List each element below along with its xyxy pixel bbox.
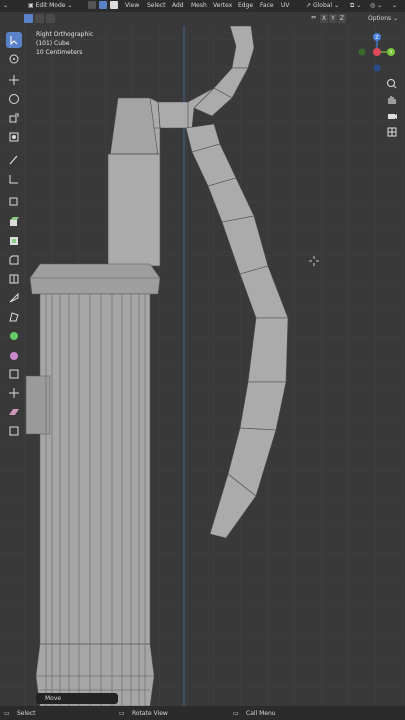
select-box-icon[interactable]: [6, 32, 22, 48]
edit-mode-icon: ▣: [28, 2, 34, 9]
menu-uv[interactable]: UV: [281, 2, 290, 10]
object-label: (101) Cube: [36, 40, 70, 47]
grid-icon[interactable]: [384, 124, 400, 140]
edge-select-icon[interactable]: [99, 1, 107, 12]
mirror-axis-icon: ⇔: [311, 14, 317, 21]
status-rotate: Rotate View: [132, 710, 168, 717]
knife-icon[interactable]: [6, 290, 22, 306]
menu-mesh[interactable]: Mesh: [191, 2, 207, 10]
gizmo-x-axis[interactable]: [373, 48, 381, 56]
menu-face[interactable]: Face: [260, 2, 274, 10]
menu-add[interactable]: Add: [172, 2, 184, 10]
inset-icon[interactable]: [6, 233, 22, 249]
orientation-dropdown[interactable]: ↗ Global ⌄: [306, 2, 339, 10]
rotate-icon[interactable]: [6, 91, 22, 107]
menu-view[interactable]: View: [125, 2, 139, 10]
mode-label: Edit Mode: [35, 2, 66, 9]
proportional-icon[interactable]: ◎ ⌄: [370, 2, 382, 10]
hand-pan-icon[interactable]: [384, 92, 400, 108]
extrude-icon[interactable]: [6, 214, 22, 230]
options-dropdown[interactable]: Options ⌄: [368, 15, 398, 22]
face-select-icon[interactable]: [110, 1, 118, 12]
axis-z-toggle[interactable]: Z: [337, 14, 346, 23]
mouse-middle-icon: ▭: [119, 710, 125, 717]
loop-cut-icon[interactable]: [6, 271, 22, 287]
overlay-icon[interactable]: ⌄: [392, 2, 397, 10]
gizmo-neg-z-axis[interactable]: [373, 64, 381, 72]
zoom-icon[interactable]: [384, 76, 400, 92]
shrink-fatten-icon[interactable]: [6, 385, 22, 401]
navigation-gizmo[interactable]: Z Y: [355, 30, 399, 74]
edge-slide-icon[interactable]: [6, 366, 22, 382]
mode-dropdown[interactable]: ▣ Edit Mode ⌄: [28, 2, 72, 10]
menu-vertex[interactable]: Vertex: [213, 2, 232, 10]
axis-x-toggle[interactable]: X: [320, 14, 329, 23]
viewport-header: ⌄ ▣ Edit Mode ⌄ View Select Add Mesh Ver…: [0, 0, 405, 12]
rip-icon[interactable]: [6, 423, 22, 439]
status-bar: ▭ Select ▭ Rotate View ▭ Call Menu: [0, 706, 405, 720]
add-cube-icon[interactable]: [6, 193, 22, 209]
move-icon[interactable]: [6, 72, 22, 88]
view-name-label: Right Orthographic: [36, 31, 94, 38]
mouse-right-icon: ▭: [233, 710, 239, 717]
smooth-icon[interactable]: [6, 347, 22, 363]
gizmo-neg-y-axis[interactable]: [358, 48, 366, 56]
mouse-left-icon: ▭: [4, 710, 10, 717]
vertex-select-icon[interactable]: [88, 1, 96, 12]
selection-mode-icons[interactable]: [24, 14, 58, 24]
operator-name: Move: [45, 695, 62, 702]
transform-icon[interactable]: [6, 129, 22, 145]
scale-icon[interactable]: [6, 110, 22, 126]
tool-settings-bar: ⇔ X Y Z Options ⌄: [0, 12, 405, 26]
bevel-icon[interactable]: [6, 252, 22, 268]
3d-viewport[interactable]: Right Orthographic (101) Cube 10 Centime…: [0, 25, 405, 707]
poly-build-icon[interactable]: [6, 309, 22, 325]
viewport-canvas[interactable]: [0, 25, 405, 707]
menu-icon[interactable]: ⌄: [3, 2, 8, 10]
options-label: Options: [368, 15, 392, 22]
gizmo-z-label: Z: [375, 35, 379, 41]
menu-select[interactable]: Select: [147, 2, 166, 10]
axis-y-toggle[interactable]: Y: [329, 14, 337, 23]
mirror-axes: ⇔ X Y Z: [311, 14, 346, 23]
orientation-icon: ↗: [306, 2, 312, 9]
spin-icon[interactable]: [6, 328, 22, 344]
status-menu: Call Menu: [246, 710, 276, 717]
measure-icon[interactable]: [6, 171, 22, 187]
grid-scale-label: 10 Centimeters: [36, 49, 83, 56]
cursor-icon[interactable]: [6, 51, 22, 67]
shear-icon[interactable]: [6, 404, 22, 420]
menu-edge[interactable]: Edge: [238, 2, 253, 10]
mesh-cylinder: [25, 263, 161, 707]
snap-icon[interactable]: ⧉ ⌄: [350, 2, 361, 10]
annotate-icon[interactable]: [6, 152, 22, 168]
orientation-label: Global: [312, 2, 333, 9]
last-operator-panel[interactable]: Move: [36, 693, 118, 704]
status-select: Select: [17, 710, 36, 717]
camera-icon[interactable]: [384, 108, 400, 124]
